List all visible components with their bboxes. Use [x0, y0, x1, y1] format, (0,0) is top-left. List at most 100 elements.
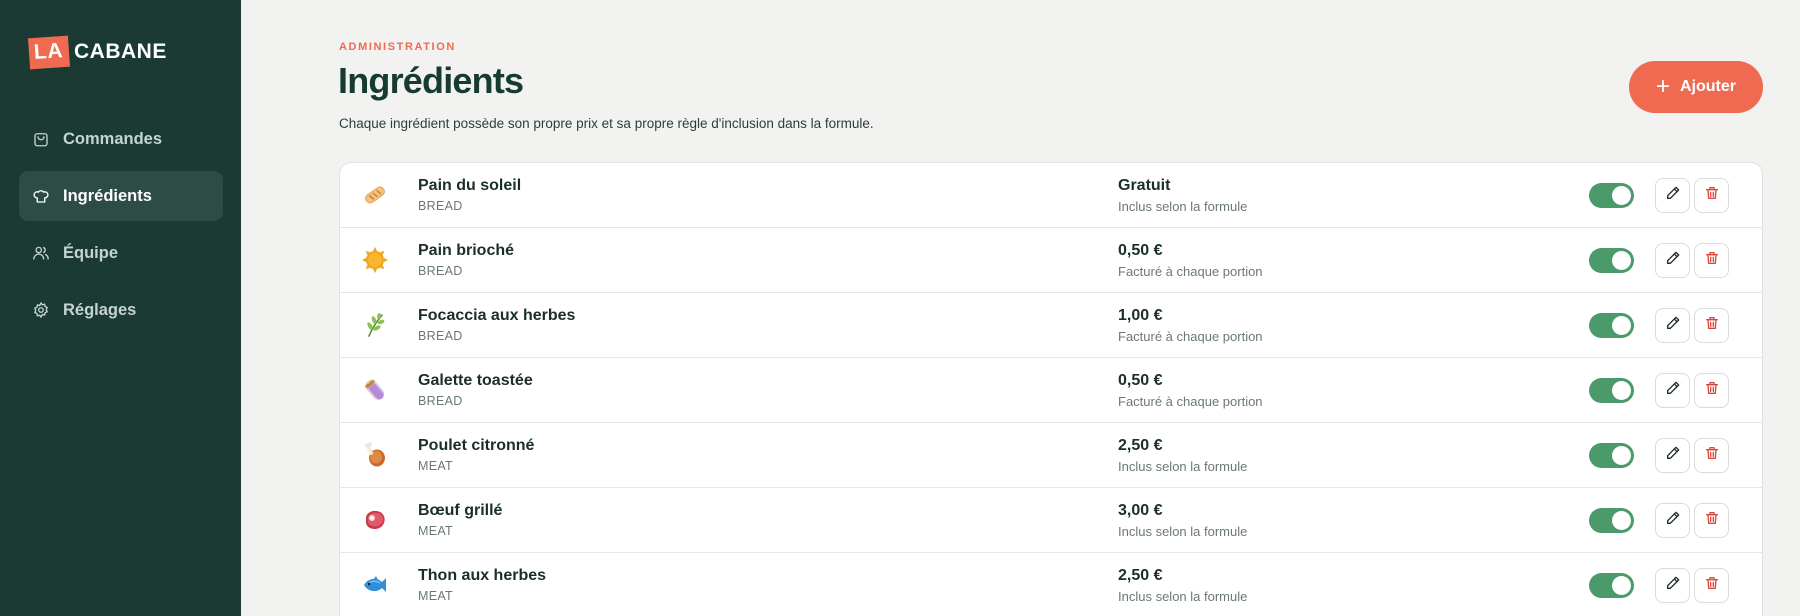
availability-toggle[interactable] [1589, 313, 1634, 338]
trash-icon [1704, 250, 1720, 271]
sidebar-nav: Commandes Ingrédients Équipe Réglages [19, 114, 223, 342]
list-item: Galette toastée BREAD 0,50 € Facturé à c… [340, 358, 1762, 423]
steak-icon [361, 506, 389, 534]
toggle-knob [1612, 251, 1631, 270]
edit-button[interactable] [1655, 503, 1690, 538]
ingredient-price: 3,00 € [1118, 502, 1163, 519]
availability-toggle[interactable] [1589, 248, 1634, 273]
sun-icon [361, 246, 389, 274]
edit-button[interactable] [1655, 438, 1690, 473]
delete-button[interactable] [1694, 308, 1729, 343]
trash-icon [1704, 575, 1720, 596]
list-item: Bœuf grillé MEAT 3,00 € Inclus selon la … [340, 488, 1762, 553]
ingredient-price: 2,50 € [1118, 567, 1163, 584]
sidebar: LA CABANE Commandes Ingrédients Équipe R… [0, 0, 241, 616]
edit-button[interactable] [1655, 243, 1690, 278]
ingredient-rule: Facturé à chaque portion [1118, 394, 1263, 409]
page-title: Ingrédients [338, 60, 524, 101]
ingredient-name: Bœuf grillé [418, 502, 503, 519]
ingredient-name: Focaccia aux herbes [418, 307, 576, 324]
ingredient-price: 2,50 € [1118, 437, 1163, 454]
ingredient-category: BREAD [418, 199, 463, 213]
ingredient-price: 0,50 € [1118, 242, 1163, 259]
ingredient-rule: Inclus selon la formule [1118, 589, 1248, 604]
list-item: Pain du soleil BREAD Gratuit Inclus selo… [340, 163, 1762, 228]
ingredient-category: BREAD [418, 329, 463, 343]
sidebar-item-label: Ingrédients [63, 186, 152, 205]
sidebar-item-reglages[interactable]: Réglages [19, 285, 223, 335]
pencil-icon [1665, 315, 1681, 336]
ingredient-name: Galette toastée [418, 372, 533, 389]
wrap-icon [361, 376, 389, 404]
availability-toggle[interactable] [1589, 443, 1634, 468]
plus-icon: + [1655, 73, 1670, 100]
ingredient-rule: Inclus selon la formule [1118, 199, 1248, 214]
chicken-leg-icon [361, 441, 389, 469]
availability-toggle[interactable] [1589, 508, 1634, 533]
ingredient-category: BREAD [418, 394, 463, 408]
toggle-knob [1612, 511, 1631, 530]
ingredients-list: Pain du soleil BREAD Gratuit Inclus selo… [339, 162, 1763, 616]
delete-button[interactable] [1694, 568, 1729, 603]
ingredient-name: Pain du soleil [418, 177, 522, 194]
add-ingredient-button[interactable]: + Ajouter [1629, 61, 1763, 113]
pencil-icon [1665, 380, 1681, 401]
ingredient-category: MEAT [418, 459, 453, 473]
bread-icon [361, 181, 389, 209]
sidebar-item-label: Commandes [63, 129, 163, 148]
edit-button[interactable] [1655, 178, 1690, 213]
ingredient-name: Poulet citronné [418, 437, 535, 454]
ingredient-price: 0,50 € [1118, 372, 1163, 389]
pencil-icon [1665, 185, 1681, 206]
delete-button[interactable] [1694, 373, 1729, 408]
ingredient-category: MEAT [418, 589, 453, 603]
fish-icon [361, 571, 389, 599]
list-item: Poulet citronné MEAT 2,50 € Inclus selon… [340, 423, 1762, 488]
page-subtitle: Chaque ingrédient possède son propre pri… [339, 116, 874, 131]
brand-logo[interactable]: LA CABANE [27, 34, 167, 70]
sidebar-item-label: Équipe [63, 243, 119, 262]
availability-toggle[interactable] [1589, 183, 1634, 208]
herb-icon [361, 311, 389, 339]
shopping-bag-icon [32, 130, 50, 148]
trash-icon [1704, 185, 1720, 206]
availability-toggle[interactable] [1589, 573, 1634, 598]
delete-button[interactable] [1694, 178, 1729, 213]
toggle-knob [1612, 316, 1631, 335]
logo-badge: LA [27, 35, 71, 69]
edit-button[interactable] [1655, 373, 1690, 408]
sidebar-item-label: Réglages [63, 300, 137, 319]
sidebar-item-ingredients[interactable]: Ingrédients [19, 171, 223, 221]
pencil-icon [1665, 575, 1681, 596]
ingredient-category: BREAD [418, 264, 463, 278]
delete-button[interactable] [1694, 503, 1729, 538]
pencil-icon [1665, 445, 1681, 466]
list-item: Thon aux herbes MEAT 2,50 € Inclus selon… [340, 553, 1762, 616]
toggle-knob [1612, 576, 1631, 595]
delete-button[interactable] [1694, 243, 1729, 278]
trash-icon [1704, 510, 1720, 531]
toggle-knob [1612, 446, 1631, 465]
logo-text: CABANE [74, 40, 167, 63]
list-item: Pain brioché BREAD 0,50 € Facturé à chaq… [340, 228, 1762, 293]
trash-icon [1704, 315, 1720, 336]
ingredient-rule: Inclus selon la formule [1118, 524, 1248, 539]
ingredient-name: Pain brioché [418, 242, 515, 259]
sidebar-item-equipe[interactable]: Équipe [19, 228, 223, 278]
trash-icon [1704, 380, 1720, 401]
pencil-icon [1665, 510, 1681, 531]
toggle-knob [1612, 381, 1631, 400]
edit-button[interactable] [1655, 568, 1690, 603]
ingredient-rule: Facturé à chaque portion [1118, 264, 1263, 279]
ingredient-rule: Inclus selon la formule [1118, 459, 1248, 474]
ingredient-price: Gratuit [1118, 177, 1171, 194]
trash-icon [1704, 445, 1720, 466]
ingredient-rule: Facturé à chaque portion [1118, 329, 1263, 344]
delete-button[interactable] [1694, 438, 1729, 473]
page-eyebrow: ADMINISTRATION [339, 41, 456, 53]
edit-button[interactable] [1655, 308, 1690, 343]
availability-toggle[interactable] [1589, 378, 1634, 403]
ingredient-price: 1,00 € [1118, 307, 1163, 324]
sidebar-item-commandes[interactable]: Commandes [19, 114, 223, 164]
ingredient-name: Thon aux herbes [418, 567, 547, 584]
